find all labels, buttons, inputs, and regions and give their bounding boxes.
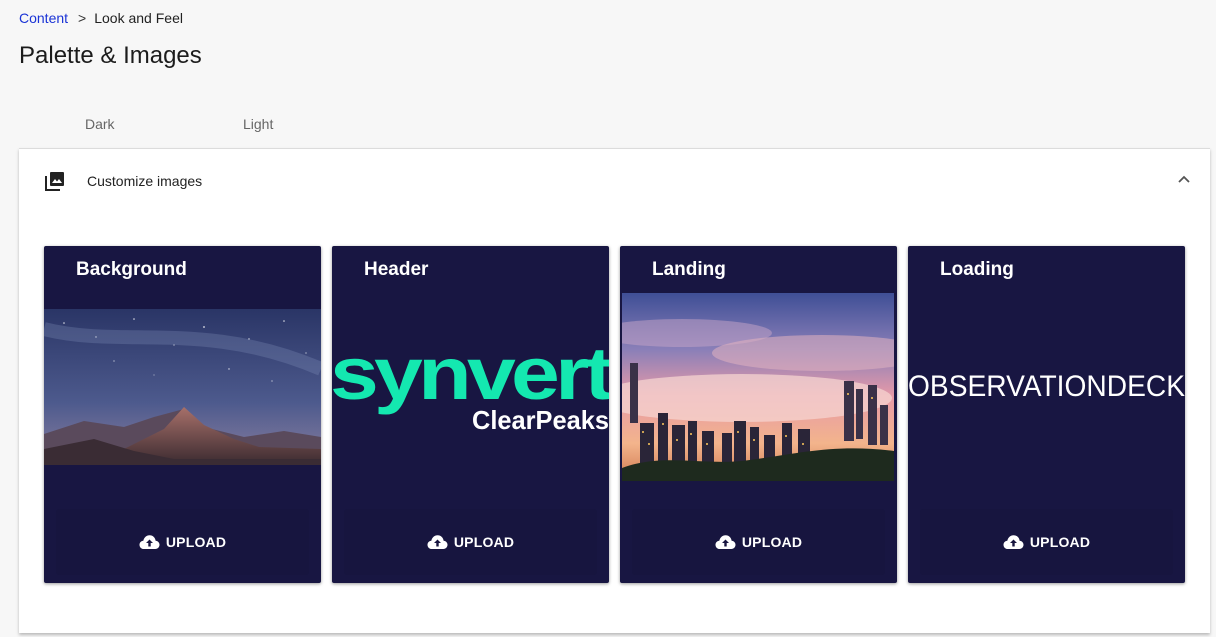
cloud-upload-icon <box>1003 535 1024 549</box>
tab-dark[interactable]: Dark <box>85 116 115 132</box>
starry-mountain-image <box>44 309 321 465</box>
breadcrumb: Content > Look and Feel <box>19 10 183 26</box>
upload-label: UPLOAD <box>741 534 803 550</box>
page-title: Palette & Images <box>19 42 202 69</box>
image-card-header: Header synvert ClearPeaks UPLOAD <box>332 246 609 583</box>
breadcrumb-link-content[interactable]: Content <box>19 10 68 26</box>
card-title: Background <box>76 259 187 280</box>
cloud-upload-icon <box>139 535 160 549</box>
upload-button[interactable]: UPLOAD <box>920 509 1173 575</box>
city-skyline-fog-image <box>622 293 894 481</box>
card-title: Landing <box>652 259 726 280</box>
svg-text:ClearPeaks: ClearPeaks <box>472 405 609 435</box>
synvert-clearpeaks-logo: synvert ClearPeaks <box>332 341 609 435</box>
image-card-background: Background UPLOAD <box>44 246 321 583</box>
upload-button[interactable]: UPLOAD <box>632 509 885 575</box>
panel-title: Customize images <box>87 173 203 189</box>
cloud-upload-icon <box>715 535 736 549</box>
breadcrumb-separator: > <box>78 10 87 26</box>
customize-images-panel: Customize images Background UPLOAD Heade… <box>19 148 1210 633</box>
image-card-landing: Landing UPLOAD <box>620 246 897 583</box>
customize-images-header[interactable]: Customize images <box>19 149 1210 213</box>
tab-light[interactable]: Light <box>243 116 273 132</box>
upload-label: UPLOAD <box>1029 534 1091 550</box>
svg-text:OBSERVATIONDECK: OBSERVATIONDECK <box>908 370 1185 403</box>
upload-label: UPLOAD <box>453 534 515 550</box>
chevron-up-icon[interactable] <box>1176 171 1192 187</box>
upload-label: UPLOAD <box>165 534 227 550</box>
card-title: Loading <box>940 259 1014 280</box>
cloud-upload-icon <box>427 535 448 549</box>
card-title: Header <box>364 259 429 280</box>
observationdeck-logo: OBSERVATIONDECK <box>908 370 1185 403</box>
photo-library-icon <box>45 172 64 191</box>
upload-button[interactable]: UPLOAD <box>344 509 597 575</box>
image-card-loading: Loading OBSERVATIONDECK UPLOAD <box>908 246 1185 583</box>
svg-text:synvert: synvert <box>332 341 609 415</box>
breadcrumb-current: Look and Feel <box>94 10 183 26</box>
upload-button[interactable]: UPLOAD <box>56 509 309 575</box>
